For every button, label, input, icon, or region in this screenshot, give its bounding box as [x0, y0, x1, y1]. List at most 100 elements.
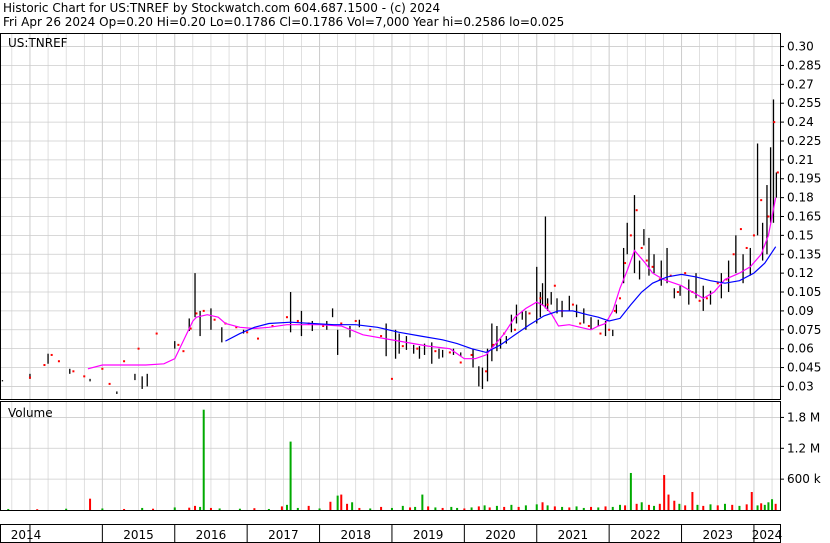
volume-bar	[318, 508, 321, 510]
close-dot	[745, 246, 748, 249]
volume-bar	[517, 506, 520, 510]
price-tick-label: 0.045	[787, 361, 821, 375]
close-dot	[651, 265, 654, 268]
close-dot	[137, 347, 140, 350]
close-dot	[72, 370, 75, 373]
close-dot	[599, 332, 602, 335]
volume-axis: 600 k 1.2 M 1.8 M	[780, 410, 821, 486]
volume-bar	[218, 508, 221, 510]
volume-bar	[673, 500, 676, 510]
close-dot	[108, 382, 111, 385]
close-dot	[619, 297, 622, 300]
year-label: 2015	[123, 528, 154, 542]
volume-bar	[456, 507, 459, 510]
price-tick-label: 0.27	[787, 77, 814, 91]
volume-bar	[763, 504, 766, 510]
close-dot	[546, 303, 549, 306]
volume-bar	[663, 475, 666, 510]
volume-bar	[611, 506, 614, 510]
volume-bar	[194, 505, 197, 510]
close-dot	[416, 347, 419, 350]
close-dot	[760, 199, 763, 202]
close-dot	[182, 350, 185, 353]
volume-tick-label: 1.8 M	[787, 410, 820, 424]
volume-bar	[173, 507, 176, 510]
volume-bar	[346, 503, 349, 510]
volume-bar	[36, 509, 39, 510]
close-dot	[123, 360, 126, 363]
volume-bar	[767, 502, 770, 510]
year-axis	[0, 524, 781, 543]
close-dot	[285, 316, 288, 319]
close-dot	[624, 262, 627, 265]
volume-bar	[267, 508, 270, 510]
price-tick-label: 0.06	[787, 342, 814, 356]
volume-bar	[503, 506, 506, 510]
close-dot	[514, 328, 517, 331]
close-dot	[676, 291, 679, 294]
close-dot	[380, 335, 383, 338]
volume-bar	[731, 504, 734, 510]
volume-bar	[653, 505, 656, 510]
close-dot	[645, 259, 648, 262]
volume-bar	[209, 507, 212, 510]
close-dot	[539, 297, 542, 300]
close-dot	[202, 309, 205, 312]
close-dot	[587, 325, 590, 327]
year-label: 2019	[413, 528, 444, 542]
volume-bar	[369, 508, 372, 510]
price-tick-label: 0.09	[787, 304, 814, 318]
volume-bar	[510, 504, 513, 510]
volume-bar	[253, 508, 256, 510]
volume-bar	[760, 503, 763, 510]
volume-bar	[597, 507, 600, 510]
volume-bar	[329, 501, 332, 510]
year-label: 2021	[558, 528, 589, 542]
year-label: 2020	[485, 528, 516, 542]
volume-bar	[756, 505, 759, 510]
year-label: 2022	[630, 528, 661, 542]
volume-bar	[280, 506, 283, 510]
close-dot	[752, 234, 755, 237]
volume-bar	[691, 492, 694, 510]
volume-bar	[738, 505, 741, 510]
volume-bar	[745, 504, 748, 510]
price-tick-label: 0.225	[787, 134, 821, 148]
volume-bar	[285, 504, 288, 510]
volume-bar	[604, 506, 607, 510]
volume-bar	[358, 507, 361, 510]
volume-bar	[635, 503, 638, 510]
volume-bar	[546, 505, 549, 510]
volume-bar	[678, 503, 681, 510]
volume-bar	[582, 507, 585, 510]
year-label: 2023	[702, 528, 733, 542]
volume-bar	[390, 507, 393, 510]
close-dot	[705, 297, 708, 300]
close-dot	[57, 360, 60, 363]
close-dot	[83, 375, 86, 378]
volume-bar	[495, 505, 498, 510]
volume-bar	[535, 504, 538, 510]
close-dot	[50, 353, 53, 356]
close-dot	[635, 209, 638, 212]
close-dot	[155, 332, 158, 335]
volume-bar	[421, 494, 424, 510]
volume-bar	[470, 507, 473, 510]
volume-bar	[450, 506, 453, 510]
close-dot	[608, 328, 611, 331]
volume-bar	[771, 499, 774, 510]
volume-bar	[238, 508, 241, 510]
year-label: 2024	[752, 528, 783, 542]
close-dot	[553, 284, 556, 287]
year-label: 2018	[340, 528, 371, 542]
stock-chart: 0.03 0.045 0.06 0.075 0.09 0.105 0.12 0.135 0.15…	[0, 33, 821, 543]
volume-bar	[199, 506, 202, 510]
close-dot	[459, 361, 462, 364]
close-dot	[257, 337, 260, 340]
price-tick-label: 0.075	[787, 323, 821, 337]
close-dot	[767, 215, 770, 218]
volume-bar	[658, 503, 661, 510]
volume-bar	[380, 506, 383, 510]
volume-bar	[123, 508, 126, 510]
close-dot	[732, 253, 735, 256]
